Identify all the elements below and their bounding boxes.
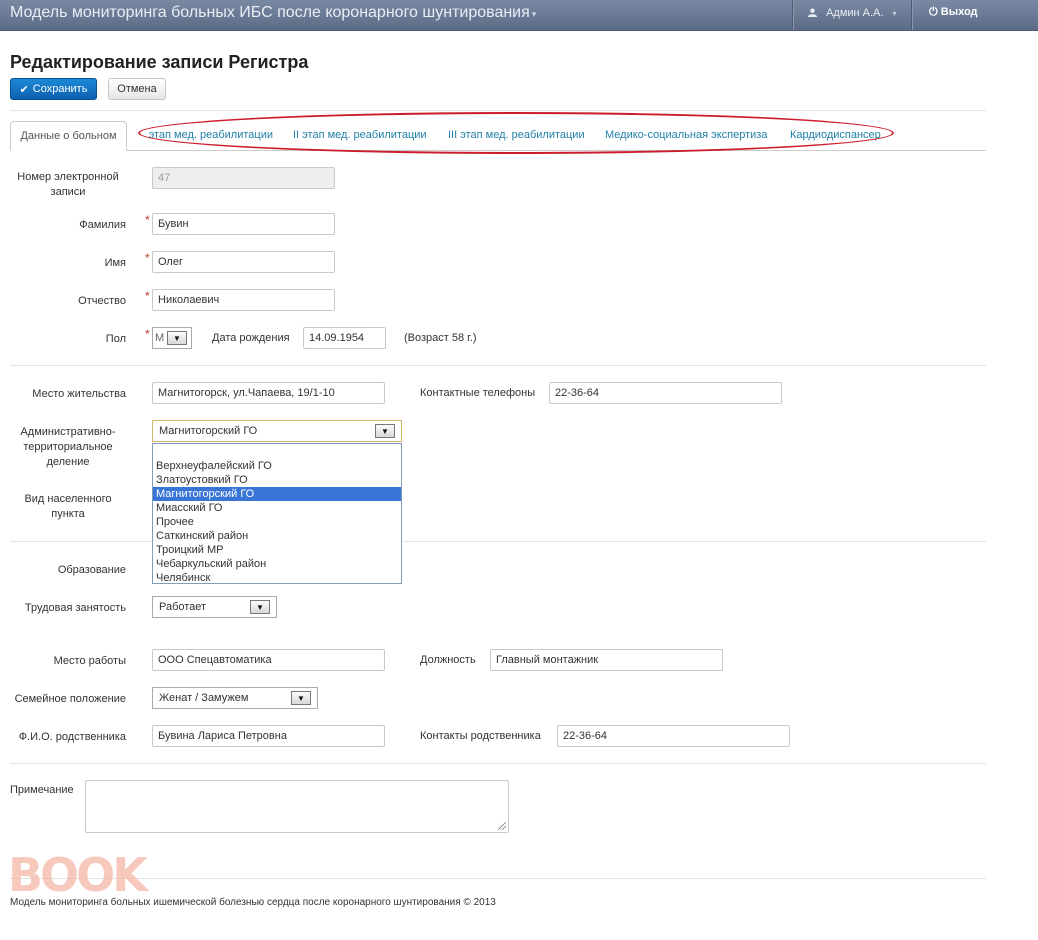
dropdown-option[interactable]: Саткинский район <box>153 529 401 543</box>
note-textarea[interactable] <box>85 780 509 833</box>
phones-label: Контактные телефоны <box>420 387 536 399</box>
position-field[interactable]: Главный монтажник <box>490 649 723 671</box>
nav-divider <box>911 0 912 30</box>
last-name-label: Фамилия <box>79 219 126 231</box>
divider <box>10 110 986 111</box>
patronymic-label: Отчество <box>78 295 126 307</box>
resize-handle-icon[interactable] <box>498 822 506 830</box>
residence-label: Место жительства <box>32 388 126 400</box>
required-asterisk: * <box>145 213 150 227</box>
relative-contacts-label: Контакты родственника <box>420 730 541 742</box>
settlement-type-label: Вид населенного пункта <box>24 493 112 520</box>
note-label: Примечание <box>10 784 74 796</box>
sex-label: Пол <box>105 333 126 345</box>
first-name-field[interactable]: Олег <box>152 251 335 273</box>
divider <box>10 878 986 879</box>
patronymic-field[interactable]: Николаевич <box>152 289 335 311</box>
user-name: Админ А.А. <box>826 7 884 19</box>
required-asterisk: * <box>145 251 150 265</box>
birth-date-field[interactable]: 14.09.1954 <box>303 327 386 349</box>
position-label: Должность <box>420 654 476 666</box>
user-menu[interactable]: Админ А.А. ▾ <box>808 7 897 19</box>
logout-button[interactable]: ⏻ Выход <box>929 6 978 19</box>
workplace-field[interactable]: ООО Спецавтоматика <box>152 649 385 671</box>
watermark-logo: BOOK <box>8 848 148 902</box>
first-name-label: Имя <box>104 257 126 269</box>
relative-name-label: Ф.И.О. родственника <box>18 731 126 743</box>
chevron-down-icon: ▾ <box>892 9 897 18</box>
dropdown-option[interactable]: Златоустовкий ГО <box>153 473 401 487</box>
dropdown-option-selected[interactable]: Магнитогорский ГО <box>153 487 401 501</box>
chevron-down-icon: ▾ <box>531 9 537 19</box>
phones-field[interactable]: 22-36-64 <box>549 382 782 404</box>
required-asterisk: * <box>145 289 150 303</box>
footer-text: Модель мониторинга больных ишемической б… <box>10 897 496 908</box>
employment-select[interactable]: Работает ▼ <box>152 596 277 618</box>
age-note: (Возраст 58 г.) <box>404 332 477 344</box>
user-icon <box>808 8 817 17</box>
admin-division-dropdown[interactable]: Верхнеуфалейский ГО Златоустовкий ГО Маг… <box>152 443 402 584</box>
divider <box>10 365 986 366</box>
marital-select[interactable]: Женат / Замужем ▼ <box>152 687 318 709</box>
app-title[interactable]: Модель мониторинга больных ИБС после кор… <box>10 4 536 22</box>
last-name-field[interactable]: Бувин <box>152 213 335 235</box>
required-asterisk: * <box>145 327 150 341</box>
dropdown-option[interactable]: Миасский ГО <box>153 501 401 515</box>
page-title: Редактирование записи Регистра <box>10 52 309 72</box>
nav-divider <box>792 0 793 30</box>
chevron-down-icon[interactable]: ▼ <box>375 424 395 438</box>
chevron-down-icon[interactable]: ▼ <box>291 691 311 705</box>
dropdown-option[interactable]: Прочее <box>153 515 401 529</box>
dropdown-option[interactable]: Чебаркульский район <box>153 557 401 571</box>
dropdown-option[interactable]: Верхнеуфалейский ГО <box>153 459 401 473</box>
cancel-button[interactable]: Отмена <box>108 78 166 100</box>
birth-date-label: Дата рождения <box>212 332 290 344</box>
highlight-annotation <box>138 112 894 154</box>
relative-contacts-field[interactable]: 22-36-64 <box>557 725 790 747</box>
checkmark-icon: ✔ <box>19 83 29 96</box>
education-label: Образование <box>57 564 126 576</box>
dropdown-option[interactable]: Челябинск <box>153 571 401 585</box>
sex-select[interactable]: М ▼ <box>152 327 192 349</box>
chevron-down-icon[interactable]: ▼ <box>250 600 270 614</box>
employment-label: Трудовая занятость <box>24 602 126 614</box>
divider <box>10 763 986 764</box>
record-number-field: 47 <box>152 167 335 189</box>
relative-name-field[interactable]: Бувина Лариса Петровна <box>152 725 385 747</box>
residence-field[interactable]: Магнитогорск, ул.Чапаева, 19/1-10 <box>152 382 385 404</box>
dropdown-option[interactable]: Троицкий МР <box>153 543 401 557</box>
workplace-label: Место работы <box>53 655 126 667</box>
marital-label: Семейное положение <box>14 693 126 705</box>
dropdown-option[interactable] <box>153 444 401 458</box>
power-icon: ⏻ <box>929 6 938 18</box>
save-button[interactable]: ✔ Сохранить <box>10 78 97 100</box>
admin-division-label: Административно-территориальное деление <box>20 426 116 468</box>
chevron-down-icon[interactable]: ▼ <box>167 331 187 345</box>
tab-patient-data[interactable]: Данные о больном <box>10 121 127 151</box>
admin-division-select[interactable]: Магнитогорский ГО ▼ <box>152 420 402 442</box>
record-number-label: Номер электронной записи <box>17 171 119 198</box>
